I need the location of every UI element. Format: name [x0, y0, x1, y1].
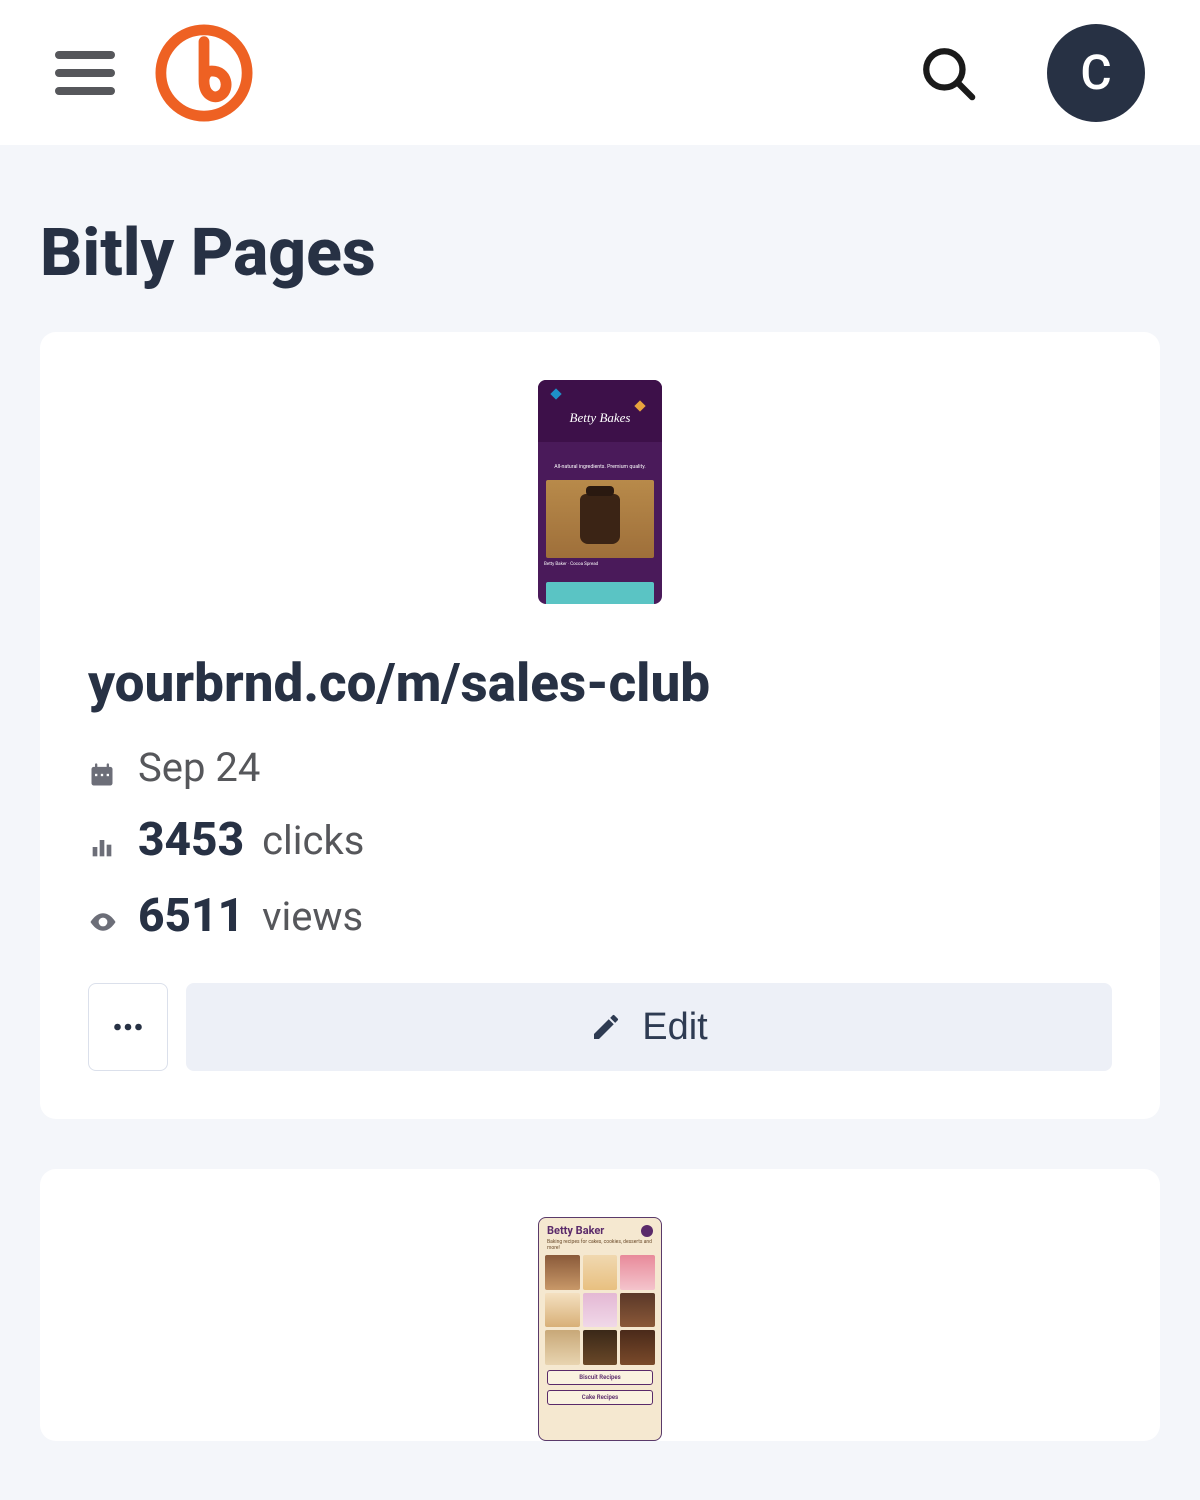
app-header: C	[0, 0, 1200, 145]
hamburger-menu-icon[interactable]	[55, 51, 115, 95]
eye-icon	[88, 900, 120, 932]
preview-button: Biscuit Recipes	[547, 1370, 653, 1385]
pencil-icon	[590, 1011, 622, 1043]
page-preview-thumbnail[interactable]: Betty Bakes All-natural ingredients. Pre…	[88, 380, 1112, 604]
more-options-button[interactable]	[88, 983, 168, 1071]
bar-chart-icon	[88, 824, 120, 856]
preview-title: Betty Baker	[547, 1224, 604, 1237]
page-date-row: Sep 24	[88, 744, 1112, 791]
page-date: Sep 24	[138, 744, 260, 791]
preview-caption: Betty Baker · Cocoa Spread	[544, 562, 656, 567]
avatar[interactable]: C	[1047, 24, 1145, 122]
views-count: 6511	[138, 889, 244, 943]
clicks-count: 3453	[138, 813, 244, 867]
calendar-icon	[88, 752, 120, 784]
views-label: views	[262, 893, 363, 940]
avatar-initial: C	[1080, 44, 1111, 101]
page-title: Bitly Pages	[0, 145, 1200, 332]
bitly-logo[interactable]	[155, 24, 253, 122]
page-views-row: 6511 views	[88, 889, 1112, 943]
page-preview-thumbnail[interactable]: Betty Baker Baking recipes for cakes, co…	[88, 1217, 1112, 1441]
preview-button: Cake Recipes	[547, 1390, 653, 1405]
clicks-label: clicks	[262, 817, 364, 864]
card-actions: Edit	[88, 983, 1112, 1071]
preview-brand: Betty Bakes	[538, 410, 662, 426]
preview-tagline: All-natural ingredients. Premium quality…	[538, 464, 662, 470]
edit-button[interactable]: Edit	[186, 983, 1112, 1071]
search-icon[interactable]	[919, 44, 977, 102]
preview-subtitle: Baking recipes for cakes, cookies, desse…	[539, 1239, 661, 1255]
page-clicks-row: 3453 clicks	[88, 813, 1112, 867]
page-url[interactable]: yourbrnd.co/m/sales-club	[88, 652, 1112, 714]
page-card: Betty Bakes All-natural ingredients. Pre…	[40, 332, 1160, 1119]
edit-button-label: Edit	[642, 1006, 707, 1049]
page-card: Betty Baker Baking recipes for cakes, co…	[40, 1169, 1160, 1441]
